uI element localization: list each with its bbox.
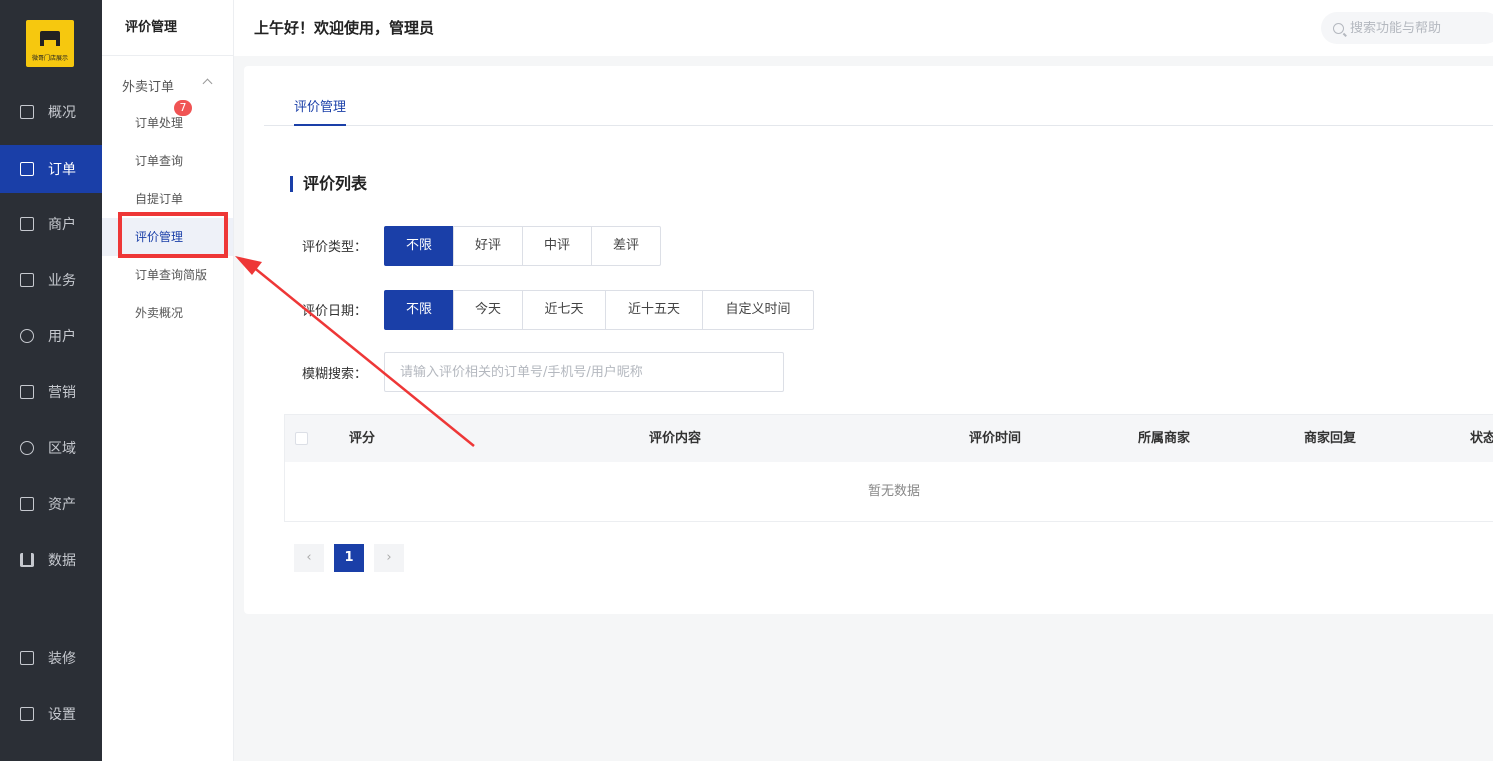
annotation-arrow-line	[251, 265, 475, 447]
annotation-arrow	[235, 256, 475, 447]
